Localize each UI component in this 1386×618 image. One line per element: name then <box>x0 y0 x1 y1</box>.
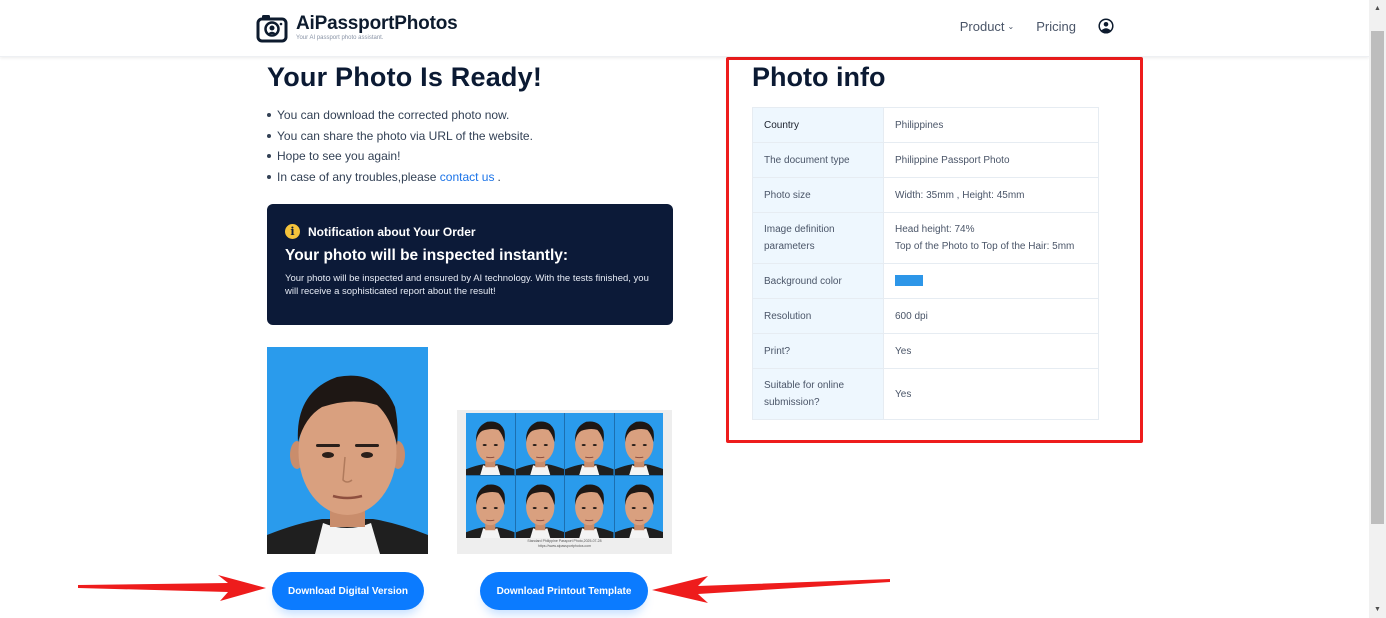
scrollbar-thumb[interactable] <box>1371 31 1384 524</box>
row-value: Yes <box>883 333 1099 369</box>
row-value: Yes <box>883 368 1099 420</box>
list-item: Hope to see you again! <box>267 146 533 167</box>
list-item-text: In case of any troubles,please <box>277 169 440 184</box>
row-value: Philippine Passport Photo <box>883 142 1099 178</box>
list-item-text: You can share the photo via URL of the w… <box>277 128 533 143</box>
table-row: Print? Yes <box>752 333 1099 369</box>
site-header: AiPassportPhotos Your AI passport photo … <box>0 0 1369 57</box>
nav-pricing[interactable]: Pricing <box>1036 19 1076 34</box>
annotation-arrow-right-icon <box>78 575 266 601</box>
table-row: Image definition parameters Head height:… <box>752 212 1099 264</box>
nav-product[interactable]: Product ⌄ <box>960 19 1015 34</box>
table-row: Background color <box>752 263 1099 299</box>
photo-info-table: Country Philippines The document type Ph… <box>752 107 1099 420</box>
digital-photo-preview <box>267 347 428 554</box>
table-row: Resolution 600 dpi <box>752 298 1099 334</box>
row-value: Width: 35mm , Height: 45mm <box>883 177 1099 213</box>
list-item: In case of any troubles,please contact u… <box>267 167 533 188</box>
nav-pricing-label: Pricing <box>1036 18 1076 34</box>
hair-margin-value: Top of the Photo to Top of the Hair: 5mm <box>895 241 1075 252</box>
print-caption-line2: https://www.aipassportphotos.com <box>537 544 592 548</box>
list-item-text: You can download the corrected photo now… <box>277 108 510 122</box>
row-value: 600 dpi <box>883 298 1099 334</box>
notice-heading: Notification about Your Order <box>308 224 476 239</box>
photo-info-title: Photo info <box>752 62 886 92</box>
brand-name: AiPassportPhotos <box>296 13 458 34</box>
print-photo-cell <box>466 413 515 475</box>
brand-logo[interactable]: AiPassportPhotos Your AI passport photo … <box>256 12 458 44</box>
print-photo-grid <box>466 413 663 538</box>
brand-tagline: Your AI passport photo assistant. <box>296 35 384 41</box>
table-row: Country Philippines <box>752 107 1099 143</box>
portrait-image <box>267 347 428 554</box>
list-item-punct: . <box>497 169 501 184</box>
row-value: Head height: 74% Top of the Photo to Top… <box>883 212 1099 264</box>
row-label: Print? <box>752 333 884 369</box>
download-printout-button[interactable]: Download Printout Template <box>480 572 648 610</box>
row-label: Suitable for online submission? <box>752 368 884 420</box>
nav-product-label: Product <box>959 18 1005 34</box>
row-label: Background color <box>752 263 884 299</box>
contact-us-link[interactable]: contact us <box>440 167 495 188</box>
notice-subheading: Your photo will be inspected instantly: <box>285 247 569 264</box>
order-notification: i Notification about Your Order Your pho… <box>267 204 673 325</box>
print-photo-cell <box>565 476 614 538</box>
user-circle-icon[interactable] <box>1098 18 1114 34</box>
table-row: The document type Philippine Passport Ph… <box>752 142 1099 178</box>
info-list: You can download the corrected photo now… <box>267 105 533 187</box>
print-photo-cell <box>515 476 564 538</box>
head-height-value: Head height: 74% <box>895 224 975 235</box>
row-label: Resolution <box>752 298 884 334</box>
scroll-up-arrow-icon[interactable]: ▲ <box>1369 0 1386 17</box>
table-row: Photo size Width: 35mm , Height: 45mm <box>752 177 1099 213</box>
chevron-down-icon: ⌄ <box>1007 21 1015 31</box>
row-value: Philippines <box>883 107 1099 143</box>
page: AiPassportPhotos Your AI passport photo … <box>0 0 1369 618</box>
background-color-swatch <box>895 275 923 287</box>
row-label: The document type <box>752 142 884 178</box>
vertical-scrollbar[interactable]: ▲ ▼ <box>1369 0 1386 618</box>
info-icon: i <box>285 224 300 239</box>
list-item: You can share the photo via URL of the w… <box>267 126 533 147</box>
row-label: Image definition parameters <box>752 212 884 264</box>
main-nav: Product ⌄ Pricing <box>960 18 1114 34</box>
list-item: You can download the corrected photo now… <box>267 105 533 126</box>
print-photo-cell <box>614 413 663 475</box>
camera-icon <box>256 15 288 43</box>
scroll-down-arrow-icon[interactable]: ▼ <box>1369 601 1386 618</box>
row-label: Photo size <box>752 177 884 213</box>
list-item-text: Hope to see you again! <box>277 149 401 163</box>
print-photo-cell <box>614 476 663 538</box>
print-photo-cell <box>466 476 515 538</box>
row-value <box>883 263 1099 299</box>
notice-body: Your photo will be inspected and ensured… <box>285 273 649 297</box>
table-row: Suitable for online submission? Yes <box>752 368 1099 420</box>
printout-template-preview: Standard Philippine Passport Photo,2025-… <box>457 410 672 554</box>
annotation-arrow-left-icon <box>652 576 890 603</box>
print-photo-cell <box>515 413 564 475</box>
row-label: Country <box>752 107 884 143</box>
print-photo-cell <box>565 413 614 475</box>
page-title: Your Photo Is Ready! <box>267 62 543 92</box>
download-digital-button[interactable]: Download Digital Version <box>272 572 424 610</box>
